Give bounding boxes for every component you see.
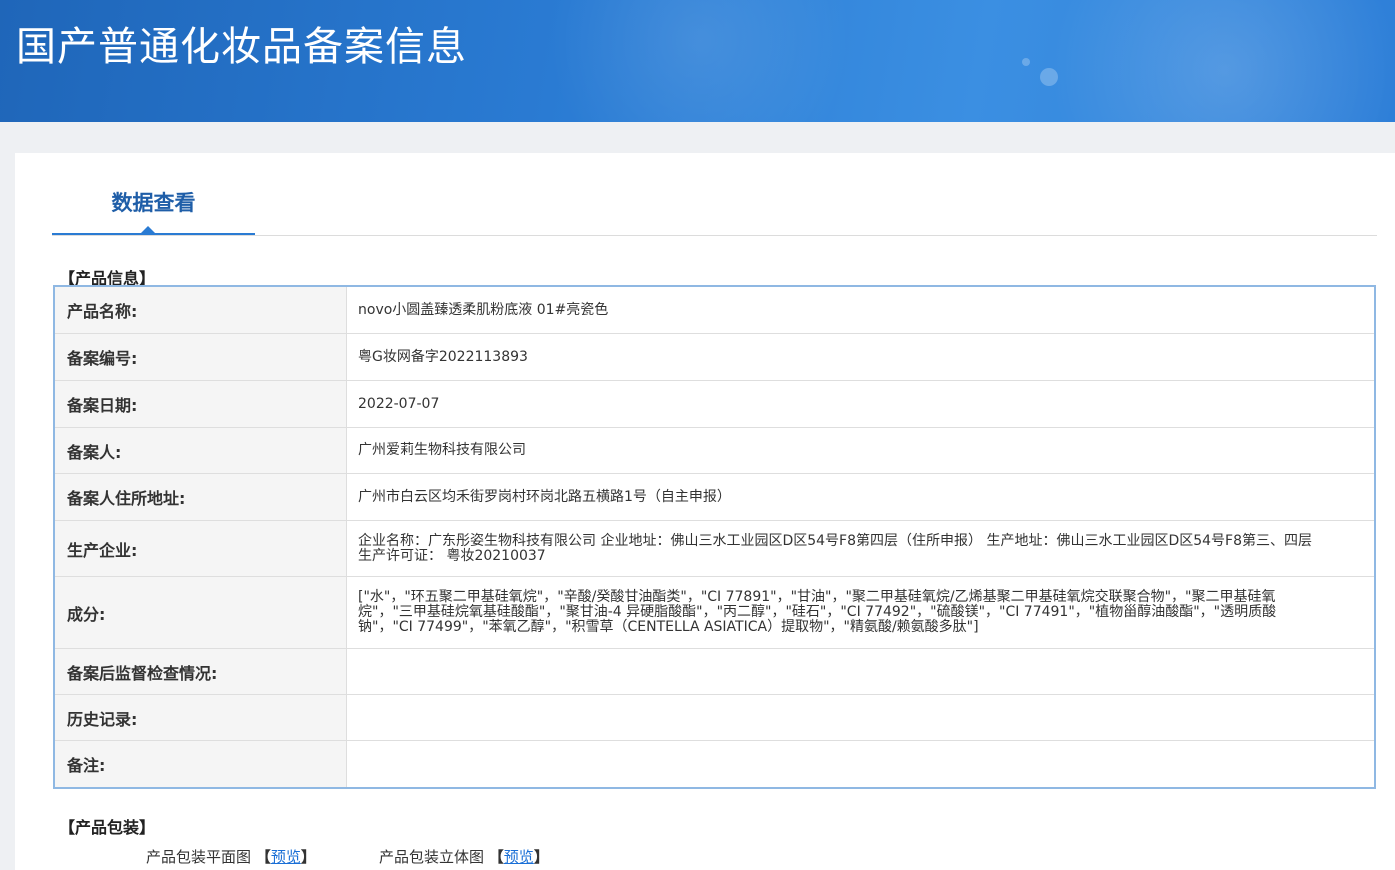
bracket-open: 【 (488, 848, 504, 866)
bracket-open: 【 (255, 848, 271, 866)
banner-dot (1022, 58, 1030, 66)
row-value: ["水"，"环五聚二甲基硅氧烷"，"辛酸/癸酸甘油酯类"，"CI 77891"，… (358, 589, 1277, 635)
package-flat-label: 产品包装平面图 (146, 848, 252, 866)
row-value (347, 695, 1374, 740)
table-row-manufacturer: 生产企业: 企业名称：广东彤姿生物科技有限公司 企业地址：佛山三水工业园区D区5… (55, 521, 1374, 577)
row-value (347, 741, 1374, 787)
table-row-registrant-address: 备案人住所地址: 广州市白云区均禾街罗岗村环岗北路五横路1号（自主申报） (55, 474, 1374, 521)
row-key: 备案日期: (55, 381, 347, 427)
row-key: 备案编号: (55, 334, 347, 380)
row-value: 企业名称：广东彤姿生物科技有限公司 企业地址：佛山三水工业园区D区54号F8第四… (358, 532, 1313, 564)
row-value: novo小圆盖臻透柔肌粉底液 01#亮瓷色 (358, 301, 609, 318)
package-flat-item: 产品包装平面图 【预览】 (146, 846, 316, 867)
table-row-remarks: 备注: (55, 741, 1374, 787)
preview-flat-link[interactable]: 预览 (271, 848, 301, 866)
page-title: 国产普通化妆品备案信息 (16, 24, 467, 70)
banner-decoration (520, 0, 880, 122)
row-key: 产品名称: (55, 287, 347, 333)
row-key: 历史记录: (55, 695, 347, 740)
tab-label: 数据查看 (111, 191, 196, 215)
row-value: 广州爱莉生物科技有限公司 (358, 442, 526, 458)
table-row-ingredients: 成分: ["水"，"环五聚二甲基硅氧烷"，"辛酸/癸酸甘油酯类"，"CI 778… (55, 577, 1374, 649)
row-value: 粤G妆网备字2022113893 (358, 348, 528, 365)
row-value (347, 649, 1374, 694)
preview-3d-link[interactable]: 预览 (504, 848, 534, 866)
row-key: 成分: (55, 577, 347, 648)
table-row-product-name: 产品名称: novo小圆盖臻透柔肌粉底液 01#亮瓷色 (55, 287, 1374, 334)
row-key: 生产企业: (55, 521, 347, 576)
header-banner: 国产普通化妆品备案信息 (0, 0, 1395, 122)
row-key: 备案人住所地址: (55, 474, 347, 520)
tab-data-view[interactable]: 数据查看 (52, 153, 255, 235)
row-key: 备案后监督检查情况: (55, 649, 347, 694)
tab-bar: 数据查看 (52, 153, 1377, 236)
product-info-table: 产品名称: novo小圆盖臻透柔肌粉底液 01#亮瓷色 备案编号: 粤G妆网备字… (53, 285, 1376, 789)
table-row-supervision: 备案后监督检查情况: (55, 649, 1374, 695)
row-key: 备案人: (55, 428, 347, 473)
content-panel: 数据查看 【产品信息】 产品名称: novo小圆盖臻透柔肌粉底液 01#亮瓷色 … (15, 153, 1395, 870)
table-row-history: 历史记录: (55, 695, 1374, 741)
row-key: 备注: (55, 741, 347, 787)
banner-decoration (1015, 0, 1395, 122)
table-row-record-number: 备案编号: 粤G妆网备字2022113893 (55, 334, 1374, 381)
row-value: 2022-07-07 (358, 395, 440, 412)
banner-dot (1040, 68, 1058, 86)
table-row-registrant: 备案人: 广州爱莉生物科技有限公司 (55, 428, 1374, 474)
row-value: 广州市白云区均禾街罗岗村环岗北路五横路1号（自主申报） (358, 488, 731, 505)
package-heading: 【产品包装】 (59, 818, 156, 837)
package-3d-label: 产品包装立体图 (379, 848, 489, 866)
bracket-close: 】 (300, 848, 316, 866)
tab-active-caret-icon (141, 226, 155, 233)
bracket-close: 】 (533, 848, 549, 866)
package-3d-item: 产品包装立体图 【预览】 (379, 846, 549, 867)
table-row-record-date: 备案日期: 2022-07-07 (55, 381, 1374, 428)
